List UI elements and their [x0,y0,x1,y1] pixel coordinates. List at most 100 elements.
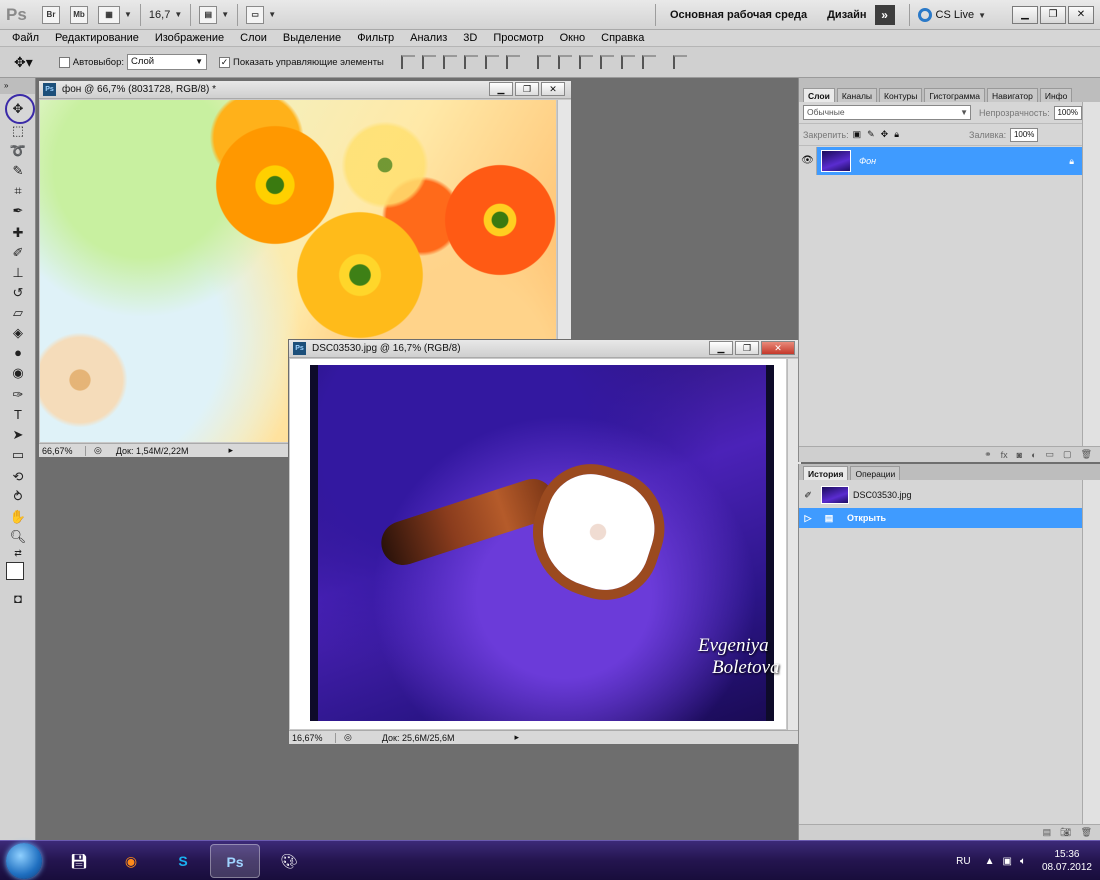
tab-histogram[interactable]: Гистограмма [924,88,985,102]
quick-select-tool-icon[interactable]: ✎ [9,162,27,180]
swap-colors-icon[interactable]: ⇄ [9,544,27,562]
align-hcenter-icon[interactable] [484,55,499,69]
fill-field[interactable]: 100% [1010,127,1039,142]
restore-button[interactable]: ❐ [515,82,539,96]
lock-move-icon[interactable]: ✥ [881,129,889,140]
path-select-tool-icon[interactable]: ➤ [9,426,27,444]
quick-mask-icon[interactable]: ◘ [9,590,27,608]
tools-panel-header[interactable]: » [0,78,35,94]
align-top-icon[interactable] [400,55,415,69]
clock[interactable]: 15:36 08.07.2012 [1042,848,1092,874]
layer-mask-icon[interactable]: ◙ [1017,450,1022,460]
language-indicator[interactable]: RU [956,856,970,867]
menu-image[interactable]: Изображение [155,32,224,44]
lock-all-icon[interactable]: 🔒︎ [894,129,899,140]
view-extras-button[interactable]: ▦ [98,5,120,24]
auto-align-icon[interactable] [672,55,687,69]
workspace-essentials[interactable]: Основная рабочая среда [670,9,807,21]
eyedropper-tool-icon[interactable]: ✒ [9,202,27,220]
menu-select[interactable]: Выделение [283,32,341,44]
hand-tool-icon[interactable]: ✋ [9,508,27,526]
layer-row[interactable]: 👁︎ Фон 🔒︎ [799,147,1082,175]
tab-channels[interactable]: Каналы [836,88,878,102]
new-group-icon[interactable]: ▭ [1046,449,1055,460]
menu-help[interactable]: Справка [601,32,644,44]
clone-stamp-tool-icon[interactable]: ⊥ [9,264,27,282]
network-icon[interactable]: ▣ [1002,856,1011,867]
chevron-down-icon[interactable]: ▼ [174,10,182,19]
lock-brush-icon[interactable]: ✎ [867,129,875,140]
restore-button[interactable]: ❐ [735,341,759,355]
tab-layers[interactable]: Слои [803,88,835,102]
layers-scrollbar[interactable] [1082,102,1100,446]
menu-filter[interactable]: Фильтр [357,32,394,44]
history-scrollbar[interactable] [1082,480,1100,824]
paint-bucket-tool-icon[interactable]: ◈ [9,324,27,342]
tab-navigator[interactable]: Навигатор [987,88,1038,102]
pen-tool-icon[interactable]: ✑ [9,386,27,404]
status-menu-icon[interactable]: ◎ [94,445,102,456]
chevron-down-icon[interactable]: ▼ [124,10,132,19]
chevron-down-icon[interactable]: ▼ [221,10,229,19]
start-orb-icon[interactable] [6,843,42,879]
status-arrow-icon[interactable]: ▸ [229,445,234,456]
delete-state-icon[interactable]: 🗑︎ [1081,827,1092,838]
brush-tool-icon[interactable]: ✐ [9,244,27,262]
screen-mode-icon[interactable]: ▭ [246,5,265,24]
3d-orbit-tool-icon[interactable]: ⥁ [9,488,27,506]
bridge-button[interactable]: Br [42,5,60,24]
distribute-vcenter-icon[interactable] [557,55,572,69]
foreground-color-swatch[interactable] [6,562,24,580]
delete-layer-icon[interactable]: 🗑︎ [1081,449,1092,460]
menu-window[interactable]: Окно [560,32,586,44]
adjustment-layer-icon[interactable]: ◐ [1031,450,1036,460]
distribute-left-icon[interactable] [599,55,614,69]
menu-edit[interactable]: Редактирование [55,32,139,44]
move-tool-preset-icon[interactable]: ✥▾ [14,54,33,71]
zoom-level[interactable]: 16,7 [149,9,170,21]
layer-style-icon[interactable]: fx [1001,450,1008,460]
document-title-bar[interactable]: Ps DSC03530.jpg @ 16,7% (RGB/8) ▁ ❐ ✕ [289,340,801,358]
spot-healing-tool-icon[interactable]: ✚ [9,224,27,242]
snapshot-icon[interactable]: 📷︎ [1060,827,1071,838]
align-vcenter-icon[interactable] [421,55,436,69]
show-controls-checkbox[interactable]: ✓ [219,56,230,68]
arrange-documents-icon[interactable]: ▤ [199,5,218,24]
tab-actions[interactable]: Операции [850,466,901,480]
close-button[interactable]: ✕ [541,82,565,96]
volume-icon[interactable]: 🔈︎ [1020,856,1026,867]
minimize-button[interactable]: ▁ [489,82,513,96]
tab-paths[interactable]: Контуры [879,88,923,102]
minimize-button[interactable]: ▁ [1012,6,1038,24]
dodge-tool-icon[interactable]: ◉ [9,364,27,382]
minibridge-button[interactable]: Mb [70,5,88,24]
distribute-right-icon[interactable] [641,55,656,69]
firefox-icon[interactable]: ◉ [106,844,156,878]
skype-icon[interactable]: S [158,844,208,878]
3d-rotate-tool-icon[interactable]: ⟲ [9,468,27,486]
marquee-tool-icon[interactable]: ⬚ [9,122,27,140]
tab-history[interactable]: История [803,466,849,480]
blend-mode-dropdown[interactable]: Обычные ▼ [803,105,971,120]
paint-icon[interactable]: 🎨︎ [264,844,314,878]
menu-file[interactable]: Файл [12,32,39,44]
type-tool-icon[interactable]: T [9,406,27,424]
close-button[interactable]: ✕ [1068,6,1094,24]
new-layer-icon[interactable]: ▢ [1063,449,1072,460]
document-zoom[interactable]: 66,67% [42,445,86,456]
distribute-top-icon[interactable] [536,55,551,69]
tray-expand-icon[interactable]: ▲ [985,856,995,867]
tab-info[interactable]: Инфо [1039,88,1073,102]
document-title-bar[interactable]: Ps фон @ 66,7% (8031728, RGB/8) * ▁ ❐ ✕ [39,81,571,99]
history-brush-tool-icon[interactable]: ↺ [9,284,27,302]
close-button[interactable]: ✕ [761,341,795,355]
align-right-icon[interactable] [505,55,520,69]
document-zoom[interactable]: 16,67% [292,732,336,743]
minimize-button[interactable]: ▁ [709,341,733,355]
link-layers-icon[interactable]: ⚭ [984,449,992,460]
menu-layer[interactable]: Слои [240,32,267,44]
eraser-tool-icon[interactable]: ▱ [9,304,27,322]
lock-pixels-icon[interactable]: ▣ [853,129,862,140]
distribute-hcenter-icon[interactable] [620,55,635,69]
photoshop-icon[interactable]: Ps [210,844,260,878]
